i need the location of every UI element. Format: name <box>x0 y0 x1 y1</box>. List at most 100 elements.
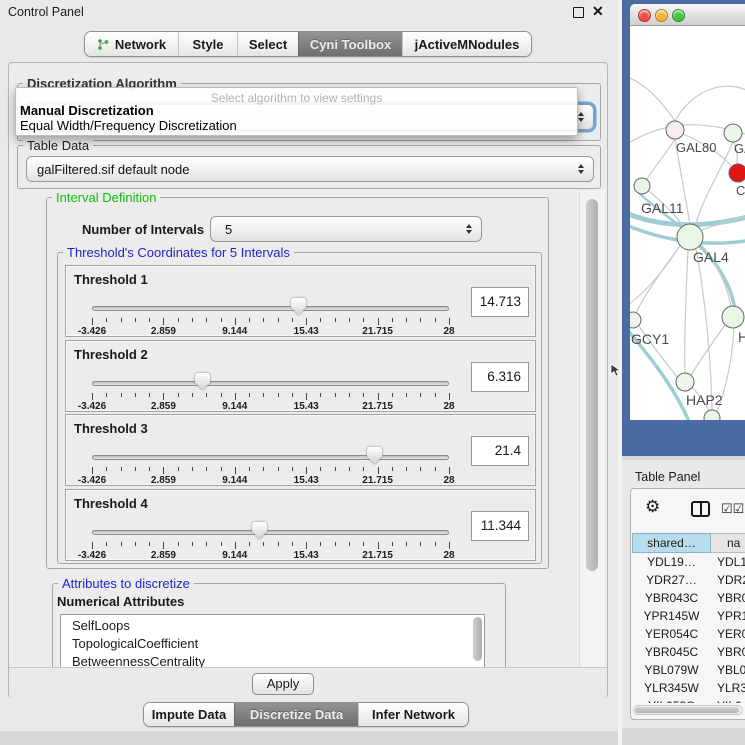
tab-label: Style <box>192 37 223 52</box>
slider-thumb[interactable] <box>195 373 210 390</box>
interval-definition-label: Interval Definition <box>52 191 160 205</box>
tab-infer-network[interactable]: Infer Network <box>358 703 468 726</box>
table-row[interactable]: YBR043CYBR0 <box>632 589 745 607</box>
network-window-titlebar[interactable] <box>630 4 745 26</box>
network-window-frame: GAL80GACGAL11GAL4GCY1HHAP2 <box>622 0 745 456</box>
table-row[interactable]: YDL19…YDL1 <box>632 553 745 571</box>
cell-shared-name: YBR045C <box>632 643 711 661</box>
tab-select[interactable]: Select <box>237 32 298 56</box>
close-traffic-light[interactable] <box>638 9 651 22</box>
network-node[interactable] <box>676 373 694 391</box>
attribute-item-betweennesscentrality[interactable]: BetweennessCentrality <box>61 653 484 668</box>
network-edge[interactable] <box>675 86 745 121</box>
threshold-label: Threshold 4 <box>74 496 148 511</box>
network-node[interactable] <box>630 312 641 328</box>
threshold-slider: -3.4262.8599.14415.4321.71528 <box>92 520 449 562</box>
table-hscrollbar[interactable] <box>633 705 743 715</box>
table-data-group: Table Data galFiltered.sif default node <box>17 145 601 189</box>
network-node[interactable] <box>666 121 684 139</box>
threshold-box-2: Threshold 2-3.4262.8599.14415.4321.71528… <box>65 340 536 412</box>
node-label-gal4: GAL4 <box>693 249 729 265</box>
column-header-name[interactable]: na <box>711 533 745 553</box>
cell-name: YBL0 <box>711 661 745 679</box>
close-icon[interactable]: ✕ <box>592 3 604 20</box>
threshold-box-1: Threshold 1-3.4262.8599.14415.4321.71528… <box>65 265 536 337</box>
cell-shared-name: YPR145W <box>632 607 711 625</box>
slider-thumb[interactable] <box>291 298 306 315</box>
table-panel-window: Table Panel ⚙ ☑☑ shared… na YDL19…YDL1YD… <box>622 460 745 728</box>
slider-tick-labels: -3.4262.8599.14415.4321.71528 <box>92 475 449 487</box>
tab-network[interactable]: Network <box>85 32 178 56</box>
table-row[interactable]: YBL079WYBL0 <box>632 661 745 679</box>
threshold-box-4: Threshold 4 -3.4262.8599.14415.4321.71528… <box>65 489 536 561</box>
columns-icon[interactable] <box>691 501 710 517</box>
network-edge[interactable] <box>630 76 675 121</box>
tab-discretize-data[interactable]: Discretize Data <box>234 703 358 726</box>
window-title: Control Panel <box>8 5 84 19</box>
thresholds-group-label: Threshold's Coordinates for 5 Intervals <box>63 245 294 260</box>
network-edge[interactable] <box>696 249 712 410</box>
node-table: shared… na YDL19…YDL1YDR27…YDR2YBR043CYB… <box>632 533 745 703</box>
network-node[interactable] <box>724 124 742 142</box>
apply-bar: Apply <box>9 667 607 698</box>
slider-track[interactable] <box>92 381 449 386</box>
network-canvas[interactable]: GAL80GACGAL11GAL4GCY1HHAP2 <box>630 26 745 420</box>
tab-style[interactable]: Style <box>178 32 237 56</box>
dropdown-item-manual-discretization[interactable]: Manual Discretization <box>16 103 577 118</box>
column-header-shared-name[interactable]: shared… <box>632 533 711 553</box>
threshold-value-input[interactable]: 6.316 <box>471 362 529 392</box>
network-edge[interactable] <box>647 139 675 179</box>
network-node[interactable] <box>634 178 650 194</box>
checkbox-icons[interactable]: ☑☑ <box>721 501 744 517</box>
panel-scrollbar[interactable] <box>579 191 605 668</box>
gear-icon[interactable]: ⚙ <box>645 497 660 517</box>
table-row[interactable]: YDR27…YDR2 <box>632 571 745 589</box>
dropdown-item-equal-width-frequency-discretization[interactable]: Equal Width/Frequency Discretization <box>16 118 577 133</box>
tab-cyni-toolbox[interactable]: Cyni Toolbox <box>298 32 402 56</box>
network-edge[interactable] <box>630 247 679 308</box>
zoom-traffic-light[interactable] <box>672 9 685 22</box>
network-node[interactable] <box>729 164 745 182</box>
cell-name: YBR0 <box>711 643 745 661</box>
combo-stepper-icon <box>573 164 588 174</box>
slider-track[interactable] <box>92 530 449 535</box>
table-row[interactable]: YLR345WYLR3 <box>632 679 745 697</box>
tab-label: Infer Network <box>372 707 455 722</box>
cell-shared-name: YBR043C <box>632 589 711 607</box>
slider-track[interactable] <box>92 455 449 460</box>
apply-button[interactable]: Apply <box>252 673 314 695</box>
tab-label: Network <box>115 37 166 52</box>
algorithm-dropdown-popup: Select algorithm to view settings Manual… <box>15 87 578 136</box>
table-row[interactable]: YBR045CYBR0 <box>632 643 745 661</box>
tab-impute-data[interactable]: Impute Data <box>144 703 234 726</box>
minimize-traffic-light[interactable] <box>655 9 668 22</box>
settings-scroll-area: Interval Definition Number of Intervals … <box>15 191 587 668</box>
mouse-cursor <box>610 363 622 377</box>
threshold-value-input[interactable]: 21.4 <box>471 436 529 466</box>
number-of-intervals-combobox[interactable]: 5 <box>210 216 482 242</box>
attribute-item-topologicalcoefficient[interactable]: TopologicalCoefficient <box>61 635 484 653</box>
combo-stepper-icon <box>461 224 476 234</box>
float-window-icon[interactable] <box>573 7 584 18</box>
tab-jactivemnodules[interactable]: jActiveMNodules <box>402 32 531 56</box>
network-node[interactable] <box>677 224 703 250</box>
table-row[interactable]: YER054CYER0 <box>632 625 745 643</box>
control-panel-tabbar: Network Style SelectCyni ToolboxjActiveMNo… <box>84 31 532 57</box>
table-data-combobox[interactable]: galFiltered.sif default node <box>26 156 594 182</box>
network-node[interactable] <box>722 306 744 328</box>
threshold-value-input[interactable]: 14.713 <box>471 287 529 317</box>
cell-name: YIL0 <box>711 697 745 703</box>
cell-name: YPR1 <box>711 607 745 625</box>
threshold-value-input[interactable]: 11.344 <box>471 511 529 541</box>
threshold-label: Threshold 1 <box>74 272 148 287</box>
slider-thumb[interactable] <box>367 447 382 464</box>
table-row[interactable]: YPR145WYPR1 <box>632 607 745 625</box>
table-row[interactable]: YIL053CYIL0 <box>632 697 745 703</box>
attribute-item-selfloops[interactable]: SelfLoops <box>61 617 484 635</box>
network-edge[interactable] <box>685 250 688 373</box>
table-hscrollbar-thumb[interactable] <box>635 707 739 713</box>
slider-thumb[interactable] <box>252 522 267 539</box>
slider-track[interactable] <box>92 306 449 311</box>
panel-scrollbar-thumb[interactable] <box>586 199 598 571</box>
list-scrollbar[interactable] <box>473 617 482 661</box>
